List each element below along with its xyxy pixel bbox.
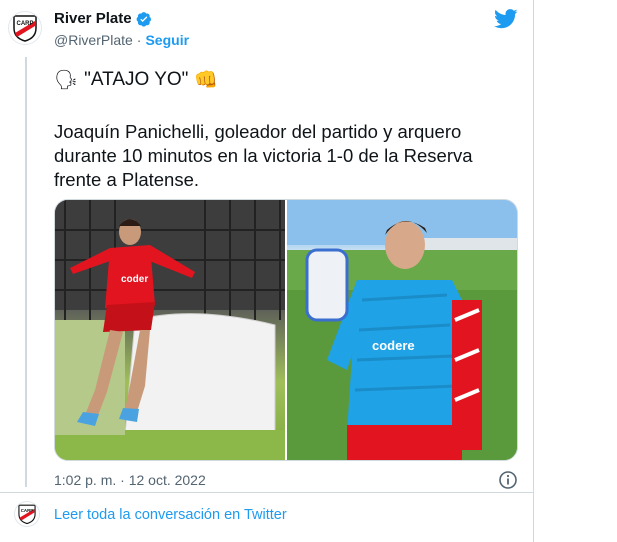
river-plate-crest-icon: CARP — [13, 15, 37, 42]
twitter-bird-icon[interactable] — [494, 9, 518, 29]
speaking-head-emoji: 🗣 — [54, 69, 79, 91]
handle-row: @RiverPlate · Seguir — [54, 32, 189, 48]
read-conversation-link[interactable]: Leer toda la conversación en Twitter — [54, 507, 287, 523]
river-plate-crest-icon: CARP — [18, 504, 36, 525]
account-name[interactable]: River Plate — [54, 10, 132, 27]
left-jersey-sponsor: coder — [121, 274, 148, 285]
account-name-row: River Plate — [54, 10, 152, 27]
tweet-headline: 🗣 "ATAJO YO" 👊 — [54, 68, 219, 92]
photo-goalkeeper[interactable]: codere — [287, 200, 517, 460]
divider — [0, 492, 534, 493]
goalkeeper-photo-illustration: codere — [287, 200, 517, 460]
verified-badge-icon — [136, 11, 151, 27]
avatar-small[interactable]: CARP — [14, 501, 40, 527]
svg-text:CARP: CARP — [21, 508, 34, 513]
follow-button[interactable]: Seguir — [145, 32, 189, 48]
svg-text:CARP: CARP — [16, 21, 33, 27]
avatar[interactable]: CARP — [8, 11, 42, 45]
photo-celebration[interactable]: coder — [55, 200, 285, 460]
thread-line — [25, 57, 27, 487]
account-handle[interactable]: @RiverPlate — [54, 32, 133, 48]
separator-dot: · — [136, 32, 142, 48]
tweet-timestamp[interactable]: 1:02 p. m. · 12 oct. 2022 — [54, 472, 206, 488]
celebration-photo-illustration: coder — [55, 200, 285, 460]
info-icon[interactable] — [498, 470, 518, 490]
tweet-media[interactable]: coder codere — [54, 199, 518, 461]
tweet-body: Joaquín Panichelli, goleador del partido… — [54, 121, 473, 190]
tweet-headline-text: "ATAJO YO" — [84, 68, 189, 90]
fist-emoji: 👊 — [194, 69, 219, 91]
right-jersey-sponsor: codere — [372, 338, 415, 353]
tweet-card: CARP River Plate @RiverPlate · Seguir 🗣 … — [0, 0, 534, 542]
